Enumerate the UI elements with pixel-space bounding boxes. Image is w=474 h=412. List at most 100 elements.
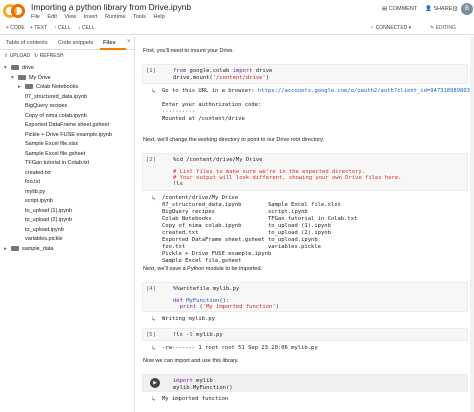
chevron-down-icon: ▾ <box>407 25 412 31</box>
tree-file[interactable]: Sample Excel file.gsheet <box>18 151 85 160</box>
output-cell-2: ↳ /content/drive/My Drive 07_structured_… <box>142 193 468 265</box>
tree-item-label: BigQuery recipes <box>25 103 68 109</box>
cell-number: [4] <box>146 286 156 292</box>
tab-code-snippets[interactable]: Code snippets <box>58 40 93 46</box>
menu-insert[interactable]: Insert <box>84 14 98 20</box>
output-line: Exported DataFrame sheet.gsheet to_uploa… <box>162 237 318 243</box>
output-line: BigQuery recipes script.ipynb <box>162 209 308 215</box>
output-icon[interactable]: ↳ <box>151 88 156 95</box>
editing-mode[interactable]: ✎ EDITING <box>430 25 456 31</box>
editing-label: EDITING <box>435 25 456 31</box>
sidebar: Table of contents Code snippets Files × … <box>0 37 135 412</box>
code-line: import mylib <box>173 378 213 384</box>
menu-edit[interactable]: Edit <box>47 14 56 20</box>
tree-file[interactable]: Pickle + Drive FUSE example.ipynb <box>18 132 112 141</box>
menu-file[interactable]: File <box>31 14 40 20</box>
output-icon[interactable]: ↳ <box>151 396 156 403</box>
code-line: %cd /content/drive/My Drive <box>173 157 263 163</box>
move-cell-down-button[interactable]: ↓ CELL <box>78 25 94 31</box>
share-button[interactable]: 👤 SHARE <box>425 6 452 12</box>
tab-files[interactable]: Files <box>103 40 116 46</box>
notebook-title[interactable]: Importing a python library from Drive.ip… <box>31 2 191 12</box>
output-line: /content/drive/My Drive <box>162 195 239 201</box>
menu-bar: File Edit View Insert Runtime Tools Help <box>31 14 171 20</box>
tree-file[interactable]: Sample Excel file.xlsx <box>18 141 78 150</box>
tree-folder[interactable]: ▸ sample_data <box>4 246 54 255</box>
text-cell-import[interactable]: Now we can import and use this library. <box>143 358 239 364</box>
code-cell-3[interactable]: [4] %%writefile mylib.py def MyFunction(… <box>142 282 468 312</box>
connected-status[interactable]: ✓ CONNECTED ▾ <box>370 25 411 31</box>
comment-icon: ▤ <box>382 6 389 12</box>
notebook-main: First, you'll need to mount your Drive. … <box>136 37 474 412</box>
upload-label: UPLOAD <box>9 53 31 59</box>
chevron-down-icon[interactable]: ▾ <box>4 65 11 71</box>
output-line: Writing mylib.py <box>162 316 215 322</box>
refresh-button[interactable]: ↻ REFRESH <box>34 53 64 59</box>
upload-button[interactable]: ⇧ UPLOAD <box>4 53 30 59</box>
add-text-button[interactable]: + TEXT <box>30 25 47 31</box>
chevron-right-icon[interactable]: ▸ <box>18 84 25 90</box>
close-icon[interactable]: × <box>127 39 131 45</box>
settings-icon[interactable]: ⚙ <box>452 5 458 13</box>
folder-icon <box>11 245 19 251</box>
tree-folder[interactable]: ▾ My Drive <box>11 75 51 84</box>
tree-file[interactable]: Copy of nima colab.ipynb <box>18 113 87 122</box>
cell-number: [2] <box>146 157 156 163</box>
code-cell-4[interactable]: [5] !ls -l mylib.py <box>142 328 468 341</box>
tree-file[interactable]: Exported DataFrame sheet.gsheet <box>18 122 109 131</box>
tree-file[interactable]: to_upload (2).ipynb <box>18 217 72 226</box>
auth-link[interactable]: https://accounts.google.com/o/oauth2/aut… <box>258 88 474 94</box>
tree-file[interactable]: TFGan tutorial in Colab.txt <box>18 160 89 169</box>
chevron-down-icon[interactable]: ▾ <box>11 75 18 81</box>
output-icon[interactable]: ↳ <box>151 316 156 323</box>
tree-item-label: sample_data <box>22 245 54 252</box>
menu-view[interactable]: View <box>64 14 76 20</box>
code-cell-2[interactable]: [2] %cd /content/drive/My Drive # List f… <box>142 153 468 191</box>
colab-logo-icon[interactable] <box>3 3 25 19</box>
add-code-button[interactable]: + CODE <box>6 25 25 31</box>
tree-file[interactable]: created.txt <box>18 170 51 179</box>
tree-item-label: Exported DataFrame sheet.gsheet <box>25 122 110 128</box>
avatar[interactable]: B <box>461 3 473 15</box>
tree-folder[interactable]: ▾ drive <box>4 65 34 74</box>
menu-tools[interactable]: Tools <box>133 14 146 20</box>
menu-help[interactable]: Help <box>153 14 164 20</box>
output-icon[interactable]: ↳ <box>151 195 156 202</box>
tree-file[interactable]: foo.txt <box>18 179 40 188</box>
code-line: %%writefile mylib.py <box>173 286 240 292</box>
tree-file[interactable]: 07_structured_data.ipynb <box>18 94 87 103</box>
tree-folder[interactable]: ▸ Colab Notebooks <box>18 84 78 93</box>
menu-runtime[interactable]: Runtime <box>105 14 125 20</box>
text-cell-save-module[interactable]: Next, we'll save a Python module to be i… <box>143 266 262 272</box>
output-line: Colab Notebooks TFGan tutorial in Colab.… <box>162 216 358 222</box>
text-cell-chdir[interactable]: Next, we'll change the working directory… <box>143 137 324 143</box>
run-icon[interactable]: ▶ <box>150 378 160 388</box>
tree-item-label: to_upload (2).ipynb <box>25 217 73 223</box>
code-cell-1[interactable]: [1] from google.colab import drive drive… <box>142 64 468 84</box>
tree-file[interactable]: mylib.py <box>18 189 45 198</box>
text-cell-mount[interactable]: First, you'll need to mount your Drive. <box>143 48 234 54</box>
output-line: 07_structured_data.ipynb Sample Excel fi… <box>162 202 341 208</box>
folder-icon <box>25 84 33 90</box>
output-icon[interactable]: ↳ <box>151 345 156 352</box>
code-comment: # Your output will look different, showi… <box>173 175 402 181</box>
tree-file[interactable]: to_upload (1).ipynb <box>18 208 72 217</box>
tree-file[interactable]: script.ipynb <box>18 198 53 207</box>
tree-file[interactable]: BigQuery recipes <box>18 103 67 112</box>
tab-table-of-contents[interactable]: Table of contents <box>6 40 48 46</box>
tree-file[interactable]: to_upload.ipynb <box>18 227 64 236</box>
move-cell-up-button[interactable]: ↑ CELL <box>54 25 70 31</box>
output-line: ·········· <box>162 109 196 115</box>
cell-number: [5] <box>146 332 156 338</box>
code-cell-5[interactable]: ▶ import mylib mylib.MyFunction() <box>142 374 468 392</box>
tree-file[interactable]: variables.pickle <box>18 236 63 245</box>
scrollbar[interactable] <box>470 37 474 412</box>
tree-item-label: created.txt <box>25 169 51 176</box>
output-line: Go to this URL in a browser: https://acc… <box>162 88 474 94</box>
chevron-right-icon[interactable]: ▸ <box>4 246 11 252</box>
comment-button[interactable]: ▤ COMMENT <box>382 6 417 12</box>
output-cell-5: ↳ My imported function <box>142 394 468 406</box>
comment-label: COMMENT <box>388 6 418 12</box>
tree-item-label: My Drive <box>29 74 51 81</box>
output-line: foo.txt variables.pickle <box>162 244 321 250</box>
